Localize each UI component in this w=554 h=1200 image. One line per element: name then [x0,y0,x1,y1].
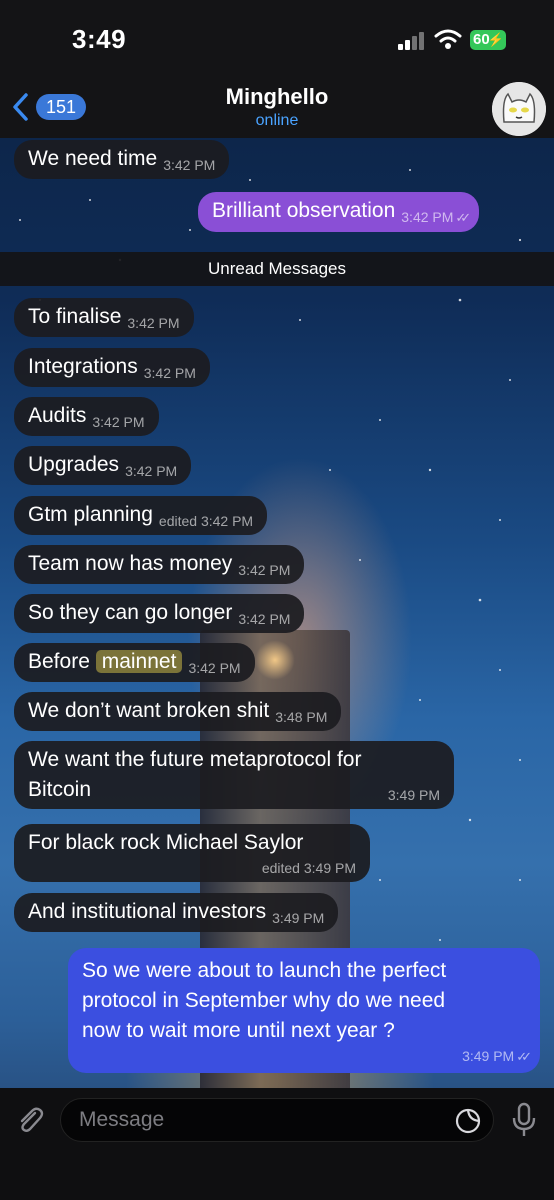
mic-icon[interactable] [510,1102,538,1138]
message-bubble-outgoing[interactable]: So we were about to launch the perfect p… [68,948,540,1073]
message-bubble[interactable]: Upgrades 3:42 PM [14,446,192,485]
message-bubble[interactable]: We don’t want broken shit 3:48 PM [14,692,342,731]
search-highlight: mainnet [95,650,183,673]
message-bubble[interactable]: Team now has money 3:42 PM [14,545,305,584]
message-time: 3:42 PM [125,463,178,479]
message-text: Audits [28,404,87,427]
message-bubble[interactable]: Integrations 3:42 PM [14,348,210,387]
message-time: 3:48 PM [275,709,328,725]
chat-header: 151 Minghello online [0,78,554,138]
message-bubble[interactable]: For black rock Michael Saylor edited 3:4… [14,824,370,882]
message-time: 3:49 PM [462,1048,515,1064]
message-time: 3:49 PM [387,787,440,803]
status-bar: 3:49 60 ⚡ [0,0,554,78]
message-text: Team now has money [28,552,233,575]
chat-title[interactable]: Minghello [0,84,554,110]
message-time: 3:49 PM [272,910,325,926]
message-text: Gtm planning [28,503,153,526]
lighthouse-light [255,640,295,680]
message-text: Brilliant observation [212,199,396,222]
message-time: 3:42 PM [188,660,241,676]
message-time: 3:42 PM [401,209,454,225]
message-text: now to wait more until next year ? [82,1019,395,1042]
signal-icon [398,30,428,50]
read-checks-icon: ✓✓ [455,210,471,225]
message-text: So we were about to launch the perfect [82,959,447,982]
message-text: We don’t want broken shit [28,699,270,722]
message-bubble[interactable]: Audits 3:42 PM [14,397,159,436]
message-text: Bitcoin [28,778,92,801]
chat-status: online [255,112,299,129]
message-bubble[interactable]: Gtm planning edited 3:42 PM [14,496,268,535]
message-text: So they can go longer [28,601,233,624]
avatar[interactable] [492,82,546,136]
message-text: protocol in September why do we need [82,989,446,1012]
wifi-icon [434,29,462,49]
message-time: edited 3:42 PM [158,513,254,529]
message-time-row: 3:49 PM ✓✓ [82,1046,532,1067]
message-time: 3:42 PM [92,414,145,430]
message-time: edited 3:49 PM [261,860,356,876]
message-time: 3:42 PM [143,365,196,381]
message-text: Before [28,650,90,673]
message-text: We need time [28,147,158,170]
message-bubble[interactable]: Before mainnet 3:42 PM [14,643,255,682]
message-bubble-outgoing[interactable]: Brilliant observation 3:42 PM ✓✓ [198,192,480,232]
message-text: Upgrades [28,453,120,476]
message-time: 3:42 PM [238,562,291,578]
message-time: 3:42 PM [238,611,291,627]
message-text: And institutional investors [28,900,267,923]
cat-avatar-icon [492,82,546,136]
charging-bolt-icon: ⚡ [487,32,504,47]
message-text: Integrations [28,355,138,378]
sticker-icon[interactable] [455,1108,481,1134]
message-text: To finalise [28,305,122,328]
message-bubble[interactable]: And institutional investors 3:49 PM [14,893,339,932]
message-text: We want the future metaprotocol for [28,748,362,771]
message-bubble[interactable]: We need time 3:42 PM [14,140,230,179]
read-checks-icon: ✓✓ [516,1049,532,1064]
message-bubble[interactable]: We want the future metaprotocol for Bitc… [14,741,454,809]
clock: 3:49 [72,24,127,54]
message-time: 3:42 PM [127,315,180,331]
message-text: For black rock Michael Saylor [28,831,304,854]
attach-icon[interactable] [14,1104,46,1136]
message-input[interactable]: Message [60,1098,494,1142]
battery-icon: 60 ⚡ [470,30,506,50]
unread-messages-divider: Unread Messages [0,252,554,286]
message-bubble[interactable]: To finalise 3:42 PM [14,298,194,337]
message-time: 3:42 PM [163,157,216,173]
composer-bar: Message [0,1088,554,1200]
message-bubble[interactable]: So they can go longer 3:42 PM [14,594,305,633]
